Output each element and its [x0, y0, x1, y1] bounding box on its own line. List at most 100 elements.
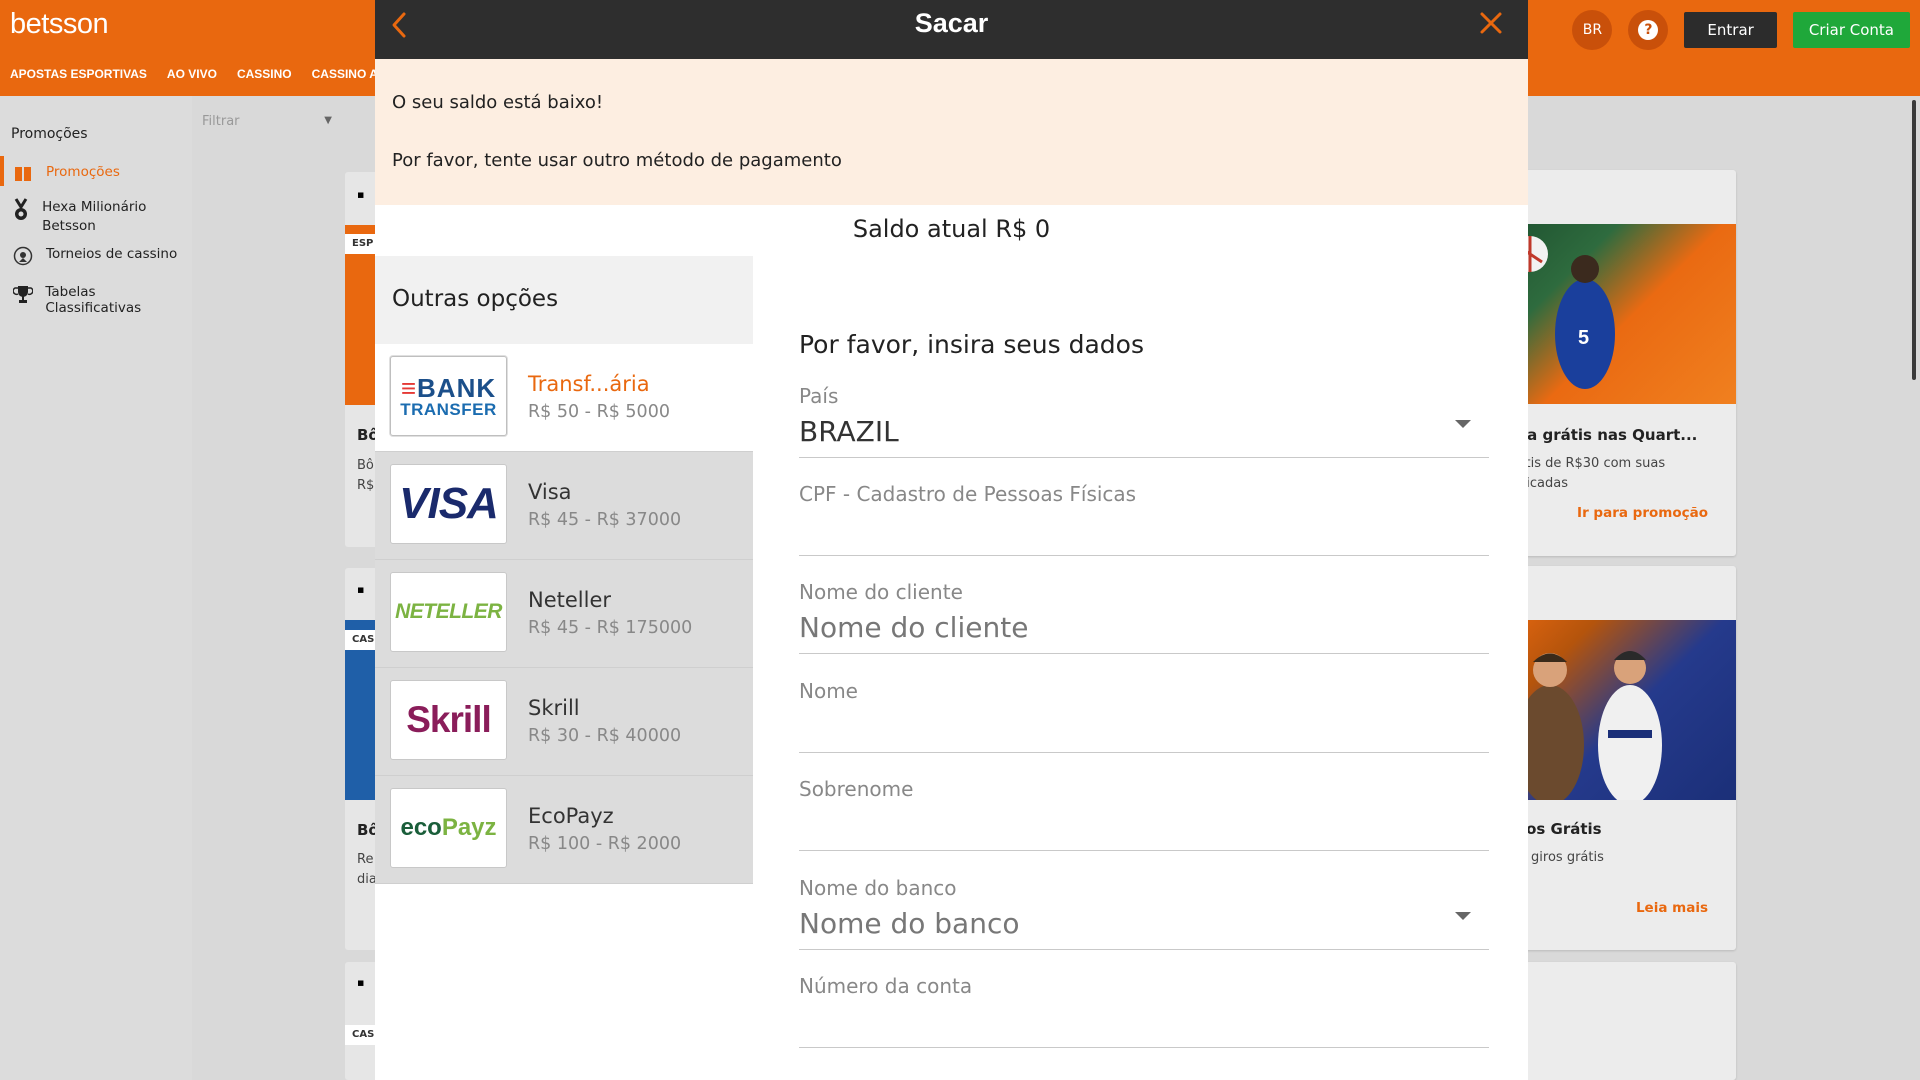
- promo-desc-line: Bô: [357, 458, 374, 473]
- form-title: Por favor, insira seus dados: [799, 330, 1144, 359]
- payment-method-ecopayz[interactable]: ecoPayz EcoPayz R$ 100 - R$ 2000: [375, 776, 753, 884]
- promo-title: Bô: [357, 426, 375, 444]
- visa-logo-text: VISA: [399, 479, 499, 528]
- category-tag: ESP: [345, 234, 375, 254]
- method-name: Visa: [528, 480, 572, 504]
- first-name-input[interactable]: Nome: [799, 679, 1489, 753]
- trophy-icon: [10, 284, 35, 309]
- bank-logo-text: BANK: [417, 372, 497, 403]
- gift-icon: [10, 164, 36, 187]
- page-scrollbar[interactable]: [1912, 100, 1916, 380]
- ecopayz-logo-eco: eco: [400, 814, 442, 841]
- promo-desc-line: Re: [357, 852, 374, 867]
- nav-sports[interactable]: APOSTAS ESPORTIVAS: [10, 67, 147, 81]
- sidebar-title: Promoções: [11, 126, 88, 142]
- sidebar-item-leaderboards[interactable]: Tabelas Classificativas: [10, 284, 192, 316]
- chevron-down-icon: [1455, 420, 1471, 428]
- register-button[interactable]: Criar Conta: [1792, 12, 1910, 48]
- payment-method-neteller[interactable]: NETELLER Neteller R$ 45 - R$ 175000: [375, 560, 753, 668]
- client-name-label: Nome do cliente: [799, 580, 963, 604]
- client-name-input[interactable]: Nome do cliente Nome do cliente: [799, 580, 1489, 654]
- login-button[interactable]: Entrar: [1684, 12, 1777, 48]
- other-options-title: Outras opções: [392, 286, 559, 312]
- last-name-input[interactable]: Sobrenome: [799, 777, 1489, 851]
- method-range: R$ 45 - R$ 175000: [528, 618, 693, 638]
- payment-method-visa[interactable]: VISA Visa R$ 45 - R$ 37000: [375, 452, 753, 560]
- first-name-label: Nome: [799, 679, 858, 703]
- close-icon[interactable]: [1478, 10, 1504, 40]
- laurel-icon: [10, 246, 36, 271]
- country-select[interactable]: País BRAZIL: [799, 384, 1489, 458]
- sidebar-item-label: Hexa Milionário Betsson: [42, 199, 147, 234]
- chevron-down-icon: ▼: [324, 115, 332, 126]
- promo-desc: Re dia: [357, 850, 375, 890]
- active-indicator: [0, 156, 4, 186]
- ecopayz-logo: ecoPayz: [390, 788, 507, 868]
- account-number-label: Número da conta: [799, 974, 973, 998]
- skrill-logo: Skrill: [390, 680, 507, 760]
- nav-live[interactable]: AO VIVO: [167, 67, 217, 81]
- skrill-logo-text: Skrill: [406, 699, 491, 740]
- country-value: BRAZIL: [799, 415, 899, 448]
- bank-logo-subtext: TRANSFER: [400, 399, 497, 419]
- promo-desc: Bô R$: [357, 456, 375, 496]
- current-balance: Saldo atual R$ 0: [852, 215, 1051, 243]
- method-name: EcoPayz: [528, 804, 614, 828]
- neteller-logo-text: NETELLER: [395, 600, 502, 623]
- other-options-header: Outras opções: [375, 256, 753, 344]
- method-range: R$ 45 - R$ 37000: [528, 510, 682, 530]
- betsson-logo[interactable]: betsson: [10, 8, 109, 41]
- cpf-input[interactable]: CPF - Cadastro de Pessoas Físicas: [799, 482, 1489, 556]
- account-number-input[interactable]: Número da conta: [799, 974, 1489, 1048]
- bank-name-select[interactable]: Nome do banco Nome do banco: [799, 876, 1489, 950]
- promo-desc-line: R$: [357, 478, 375, 493]
- sidebar-item-label: Torneios de cassino: [46, 246, 178, 262]
- svg-text:5: 5: [1578, 327, 1589, 349]
- modal-header: Sacar: [375, 0, 1528, 59]
- filter-placeholder: Filtrar: [202, 114, 240, 129]
- payment-method-skrill[interactable]: Skrill Skrill R$ 30 - R$ 40000: [375, 668, 753, 776]
- method-range: R$ 100 - R$ 2000: [528, 834, 682, 854]
- main-nav: APOSTAS ESPORTIVAS AO VIVO CASSINO CASSI…: [10, 67, 387, 81]
- ecopayz-logo-payz: Payz: [441, 814, 497, 841]
- method-name: Transf...ária: [528, 372, 650, 396]
- calendar-icon: ▪: [357, 976, 365, 989]
- promo-title: Bô: [357, 821, 375, 839]
- alert-instruction: Por favor, tente usar outro método de pa…: [392, 150, 842, 171]
- visa-logo: VISA: [390, 464, 507, 544]
- medal-icon: [10, 198, 32, 227]
- go-to-promo-link[interactable]: Ir para promoção: [1577, 505, 1708, 521]
- sidebar-item-hexa[interactable]: Hexa Milionário Betsson: [10, 198, 180, 236]
- help-icon: ?: [1638, 20, 1659, 40]
- chevron-down-icon: [1455, 912, 1471, 920]
- category-tag: CAS: [345, 1025, 375, 1045]
- country-label: País: [799, 384, 839, 408]
- sidebar-item-promotions[interactable]: Promoções: [10, 164, 120, 187]
- method-range: R$ 30 - R$ 40000: [528, 726, 682, 746]
- bank-name-placeholder: Nome do banco: [799, 907, 1020, 940]
- bank-name-label: Nome do banco: [799, 876, 957, 900]
- cpf-label: CPF - Cadastro de Pessoas Físicas: [799, 482, 1137, 506]
- promotions-sidebar: Promoções Promoções Hexa Milionário Bets…: [0, 96, 192, 1080]
- nav-casino[interactable]: CASSINO: [237, 67, 292, 81]
- withdraw-modal: Sacar O seu saldo está baixo! Por favor,…: [375, 0, 1528, 1080]
- read-more-link[interactable]: Leia mais: [1636, 900, 1708, 916]
- method-name: Neteller: [528, 588, 612, 612]
- payment-method-bank-transfer[interactable]: ≡BANK TRANSFER Transf...ária R$ 50 - R$ …: [375, 344, 753, 452]
- help-button[interactable]: ?: [1628, 10, 1669, 50]
- neteller-logo: NETELLER: [390, 572, 507, 652]
- sidebar-item-label: Promoções: [46, 164, 120, 180]
- last-name-label: Sobrenome: [799, 777, 914, 801]
- method-range: R$ 50 - R$ 5000: [528, 402, 670, 422]
- alert-message: O seu saldo está baixo!: [392, 92, 604, 113]
- method-name: Skrill: [528, 696, 580, 720]
- low-balance-alert: O seu saldo está baixo! Por favor, tente…: [375, 59, 1528, 205]
- bank-transfer-logo: ≡BANK TRANSFER: [390, 356, 507, 436]
- modal-title: Sacar: [914, 8, 989, 38]
- calendar-icon: ▪: [357, 188, 365, 201]
- filter-select[interactable]: Filtrar ▼: [202, 114, 332, 129]
- header-actions: BR ? Entrar Criar Conta: [1572, 10, 1910, 50]
- calendar-icon: ▪: [357, 583, 365, 596]
- language-button[interactable]: BR: [1572, 10, 1613, 50]
- sidebar-item-tournaments[interactable]: Torneios de cassino: [10, 246, 177, 271]
